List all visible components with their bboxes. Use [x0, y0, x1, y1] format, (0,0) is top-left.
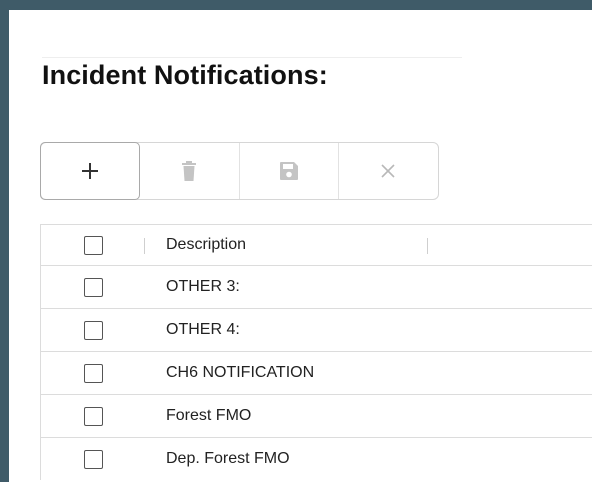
row-checkbox[interactable]	[83, 363, 103, 383]
row-description: OTHER 3:	[166, 278, 240, 295]
table-row[interactable]: CH6 NOTIFICATION	[41, 352, 592, 395]
column-resize-handle[interactable]	[427, 238, 428, 254]
trash-icon	[182, 161, 197, 181]
window-frame: Incident Notifications: Description OTHE…	[0, 0, 592, 482]
column-header-description[interactable]: Description	[145, 236, 246, 254]
cancel-button[interactable]	[339, 143, 438, 199]
row-description: Dep. Forest FMO	[166, 450, 290, 467]
table-row[interactable]: Dep. Forest FMO	[41, 438, 592, 480]
add-button[interactable]	[40, 142, 141, 200]
row-checkbox[interactable]	[83, 320, 103, 340]
close-icon	[381, 164, 395, 178]
select-all-checkbox[interactable]	[83, 235, 103, 255]
row-checkbox[interactable]	[83, 406, 103, 426]
save-button[interactable]	[240, 143, 339, 199]
row-select-cell	[41, 438, 145, 480]
row-checkbox[interactable]	[83, 449, 103, 469]
row-select-cell	[41, 352, 145, 394]
save-icon	[279, 162, 298, 180]
row-description: OTHER 4:	[166, 321, 240, 338]
row-select-cell	[41, 395, 145, 437]
notifications-grid: Description OTHER 3: OTHER 4: CH6 NOTIFI…	[40, 224, 592, 480]
row-checkbox[interactable]	[83, 277, 103, 297]
divider	[42, 57, 462, 58]
grid-header-row: Description	[41, 225, 592, 266]
select-all-cell	[41, 225, 145, 265]
row-select-cell	[41, 309, 145, 351]
row-select-cell	[41, 266, 145, 308]
table-row[interactable]: OTHER 4:	[41, 309, 592, 352]
panel-title: Incident Notifications:	[42, 60, 328, 90]
row-description: Forest FMO	[166, 407, 252, 424]
incident-notifications-panel: Incident Notifications: Description OTHE…	[9, 10, 592, 482]
table-row[interactable]: OTHER 3:	[41, 266, 592, 309]
row-description: CH6 NOTIFICATION	[166, 364, 315, 381]
plus-icon	[82, 163, 99, 179]
table-row[interactable]: Forest FMO	[41, 395, 592, 438]
delete-button[interactable]	[140, 143, 240, 199]
grid-toolbar	[40, 142, 439, 200]
column-separator	[144, 238, 145, 254]
